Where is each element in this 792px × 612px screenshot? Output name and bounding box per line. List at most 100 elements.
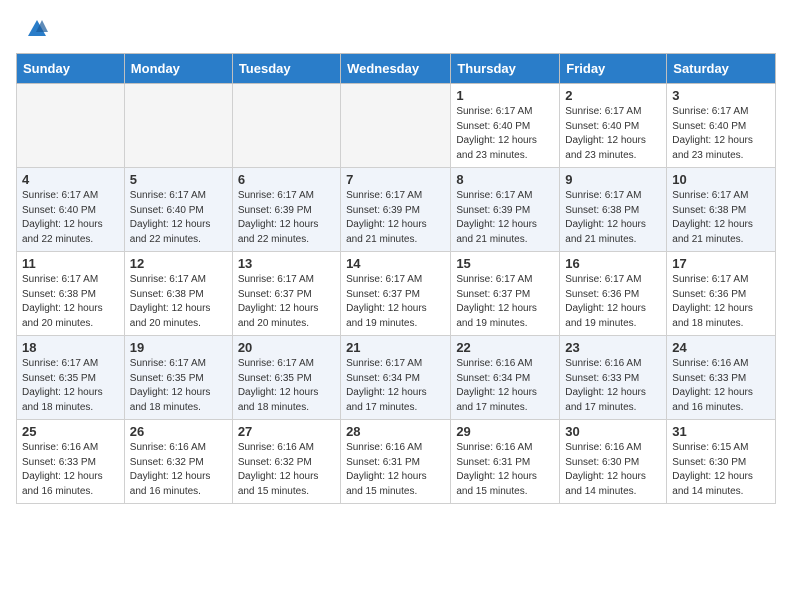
calendar-row-0: 1 Sunrise: 6:17 AMSunset: 6:40 PMDaylight… (17, 84, 776, 168)
calendar-cell: 19 Sunrise: 6:17 AMSunset: 6:35 PMDayligh… (124, 336, 232, 420)
calendar-cell: 2 Sunrise: 6:17 AMSunset: 6:40 PMDaylight… (560, 84, 667, 168)
day-info: Sunrise: 6:17 AMSunset: 6:40 PMDaylight:… (565, 105, 661, 163)
day-info: Sunrise: 6:17 AMSunset: 6:38 PMDaylight:… (130, 273, 227, 331)
col-header-friday: Friday (560, 54, 667, 84)
day-info: Sunrise: 6:16 AMSunset: 6:32 PMDaylight:… (238, 441, 335, 499)
day-info: Sunrise: 6:16 AMSunset: 6:33 PMDaylight:… (22, 441, 119, 499)
calendar-cell: 13Sunrise: 6:17 AMSunset: 6:37 PMDayligh… (232, 252, 340, 336)
calendar-cell: 24 Sunrise: 6:16 AMSunset: 6:33 PMDayligh… (667, 336, 776, 420)
day-info: Sunrise: 6:17 AMSunset: 6:37 PMDaylight:… (238, 273, 335, 331)
day-number: 26 (130, 424, 227, 439)
day-number: 2 (565, 88, 661, 103)
calendar-cell: 30 Sunrise: 6:16 AMSunset: 6:30 PMDayligh… (560, 420, 667, 504)
calendar-cell: 10 Sunrise: 6:17 AMSunset: 6:38 PMDayligh… (667, 168, 776, 252)
day-number: 10 (672, 172, 770, 187)
calendar-cell: 14 Sunrise: 6:17 AMSunset: 6:37 PMDayligh… (341, 252, 451, 336)
day-info: Sunrise: 6:16 AMSunset: 6:33 PMDaylight:… (672, 357, 770, 415)
col-header-saturday: Saturday (667, 54, 776, 84)
day-number: 30 (565, 424, 661, 439)
day-number: 1 (456, 88, 554, 103)
day-info: Sunrise: 6:17 AMSunset: 6:40 PMDaylight:… (130, 189, 227, 247)
calendar-cell: 17Sunrise: 6:17 AMSunset: 6:36 PMDayligh… (667, 252, 776, 336)
calendar-cell: 20 Sunrise: 6:17 AMSunset: 6:35 PMDayligh… (232, 336, 340, 420)
calendar-cell: 11 Sunrise: 6:17 AMSunset: 6:38 PMDayligh… (17, 252, 125, 336)
day-number: 22 (456, 340, 554, 355)
day-number: 8 (456, 172, 554, 187)
calendar-cell: 4Sunrise: 6:17 AMSunset: 6:40 PMDaylight… (17, 168, 125, 252)
day-number: 29 (456, 424, 554, 439)
calendar-cell: 28 Sunrise: 6:16 AMSunset: 6:31 PMDayligh… (341, 420, 451, 504)
day-number: 5 (130, 172, 227, 187)
day-number: 28 (346, 424, 445, 439)
day-number: 23 (565, 340, 661, 355)
day-info: Sunrise: 6:16 AMSunset: 6:31 PMDaylight:… (456, 441, 554, 499)
day-info: Sunrise: 6:17 AMSunset: 6:36 PMDaylight:… (565, 273, 661, 331)
day-info: Sunrise: 6:17 AMSunset: 6:39 PMDaylight:… (238, 189, 335, 247)
calendar-table: SundayMondayTuesdayWednesdayThursdayFrid… (16, 53, 776, 504)
calendar-cell: 12 Sunrise: 6:17 AMSunset: 6:38 PMDayligh… (124, 252, 232, 336)
calendar-cell (124, 84, 232, 168)
day-info: Sunrise: 6:16 AMSunset: 6:31 PMDaylight:… (346, 441, 445, 499)
calendar-cell: 29 Sunrise: 6:16 AMSunset: 6:31 PMDayligh… (451, 420, 560, 504)
day-number: 21 (346, 340, 445, 355)
day-number: 17 (672, 256, 770, 271)
calendar-cell (17, 84, 125, 168)
calendar-wrapper: SundayMondayTuesdayWednesdayThursdayFrid… (0, 53, 792, 512)
day-info: Sunrise: 6:16 AMSunset: 6:34 PMDaylight:… (456, 357, 554, 415)
calendar-cell: 31Sunrise: 6:15 AMSunset: 6:30 PMDayligh… (667, 420, 776, 504)
day-info: Sunrise: 6:16 AMSunset: 6:30 PMDaylight:… (565, 441, 661, 499)
col-header-thursday: Thursday (451, 54, 560, 84)
day-number: 25 (22, 424, 119, 439)
day-number: 3 (672, 88, 770, 103)
day-info: Sunrise: 6:17 AMSunset: 6:35 PMDaylight:… (238, 357, 335, 415)
day-info: Sunrise: 6:17 AMSunset: 6:34 PMDaylight:… (346, 357, 445, 415)
calendar-cell: 26 Sunrise: 6:16 AMSunset: 6:32 PMDayligh… (124, 420, 232, 504)
calendar-cell: 22 Sunrise: 6:16 AMSunset: 6:34 PMDayligh… (451, 336, 560, 420)
calendar-cell: 25 Sunrise: 6:16 AMSunset: 6:33 PMDayligh… (17, 420, 125, 504)
day-number: 15 (456, 256, 554, 271)
day-number: 14 (346, 256, 445, 271)
calendar-cell: 5 Sunrise: 6:17 AMSunset: 6:40 PMDaylight… (124, 168, 232, 252)
day-info: Sunrise: 6:17 AMSunset: 6:35 PMDaylight:… (130, 357, 227, 415)
day-number: 4 (22, 172, 119, 187)
day-number: 6 (238, 172, 335, 187)
day-number: 31 (672, 424, 770, 439)
calendar-row-1: 4 Sunrise: 6:17 AMSunset: 6:40 PMDaylight… (17, 168, 776, 252)
col-header-monday: Monday (124, 54, 232, 84)
calendar-cell (232, 84, 340, 168)
day-info: Sunrise: 6:17 AMSunset: 6:37 PMDaylight:… (456, 273, 554, 331)
calendar-cell (341, 84, 451, 168)
day-info: Sunrise: 6:17 AMSunset: 6:39 PMDaylight:… (456, 189, 554, 247)
day-number: 7 (346, 172, 445, 187)
calendar-cell: 7 Sunrise: 6:17 AMSunset: 6:39 PMDaylight… (341, 168, 451, 252)
calendar-cell: 15 Sunrise: 6:17 AMSunset: 6:37 PMDayligh… (451, 252, 560, 336)
day-info: Sunrise: 6:16 AMSunset: 6:32 PMDaylight:… (130, 441, 227, 499)
calendar-cell: 3Sunrise: 6:17 AMSunset: 6:40 PMDaylight… (667, 84, 776, 168)
col-header-wednesday: Wednesday (341, 54, 451, 84)
day-info: Sunrise: 6:17 AMSunset: 6:37 PMDaylight:… (346, 273, 445, 331)
calendar-header-row: SundayMondayTuesdayWednesdayThursdayFrid… (17, 54, 776, 84)
calendar-cell: 9Sunrise: 6:17 AMSunset: 6:38 PMDaylight… (560, 168, 667, 252)
calendar-cell: 21 Sunrise: 6:17 AMSunset: 6:34 PMDayligh… (341, 336, 451, 420)
calendar-cell: 23 Sunrise: 6:16 AMSunset: 6:33 PMDayligh… (560, 336, 667, 420)
day-number: 9 (565, 172, 661, 187)
calendar-cell: 18Sunrise: 6:17 AMSunset: 6:35 PMDayligh… (17, 336, 125, 420)
day-number: 11 (22, 256, 119, 271)
logo (24, 18, 52, 45)
col-header-tuesday: Tuesday (232, 54, 340, 84)
col-header-sunday: Sunday (17, 54, 125, 84)
calendar-cell: 27 Sunrise: 6:16 AMSunset: 6:32 PMDayligh… (232, 420, 340, 504)
day-number: 20 (238, 340, 335, 355)
day-number: 19 (130, 340, 227, 355)
day-number: 12 (130, 256, 227, 271)
day-number: 24 (672, 340, 770, 355)
page-header (0, 0, 792, 53)
calendar-cell: 1Sunrise: 6:17 AMSunset: 6:40 PMDaylight… (451, 84, 560, 168)
day-info: Sunrise: 6:17 AMSunset: 6:38 PMDaylight:… (672, 189, 770, 247)
day-info: Sunrise: 6:17 AMSunset: 6:35 PMDaylight:… (22, 357, 119, 415)
day-info: Sunrise: 6:17 AMSunset: 6:38 PMDaylight:… (22, 273, 119, 331)
day-info: Sunrise: 6:17 AMSunset: 6:39 PMDaylight:… (346, 189, 445, 247)
day-number: 27 (238, 424, 335, 439)
calendar-cell: 8 Sunrise: 6:17 AMSunset: 6:39 PMDaylight… (451, 168, 560, 252)
day-info: Sunrise: 6:16 AMSunset: 6:33 PMDaylight:… (565, 357, 661, 415)
